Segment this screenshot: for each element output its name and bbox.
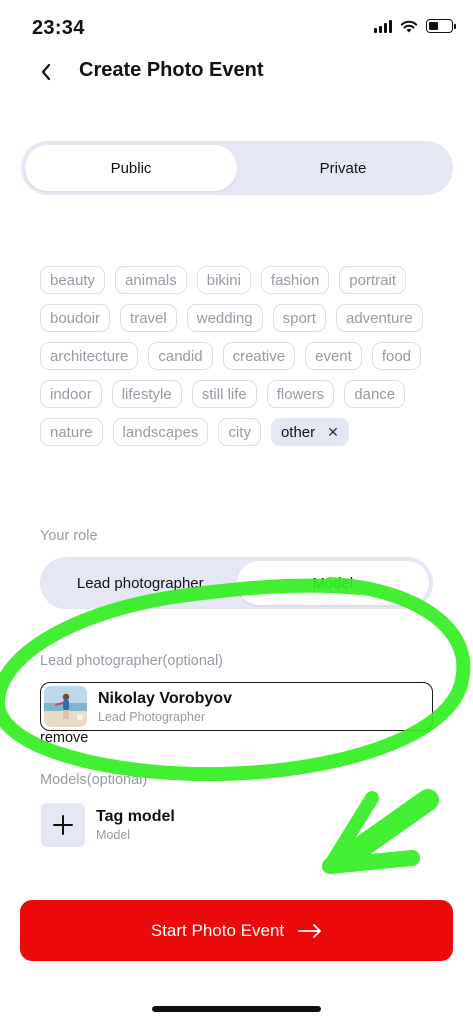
tag-label: city: [228, 423, 251, 441]
tag-chip[interactable]: city: [218, 418, 261, 446]
tag-label: sport: [282, 309, 316, 327]
tag-label: fashion: [270, 271, 320, 289]
tag-chip[interactable]: creative: [222, 342, 296, 370]
tag-chip[interactable]: portrait: [339, 266, 406, 294]
start-photo-event-button[interactable]: Start Photo Event: [20, 900, 453, 961]
tag-label: candid: [158, 347, 203, 365]
tag-chip[interactable]: travel: [120, 304, 177, 332]
tag-model-title: Tag model: [96, 808, 175, 825]
tag-chip[interactable]: candid: [148, 342, 213, 370]
public-option[interactable]: Public: [25, 145, 237, 191]
visibility-toggle: Public Private: [21, 141, 453, 195]
tag-label: adventure: [345, 309, 413, 327]
tag-chip[interactable]: flowers: [266, 380, 335, 408]
tag-label: still life: [201, 385, 247, 403]
home-indicator: [152, 1006, 321, 1012]
tag-label: wedding: [196, 309, 253, 327]
tag-label: other: [280, 423, 316, 441]
tag-chip[interactable]: still life: [191, 380, 257, 408]
arrow-right-icon: [298, 923, 322, 938]
model-option[interactable]: Model: [236, 561, 429, 605]
tag-chip[interactable]: lifestyle: [111, 380, 182, 408]
tag-chip[interactable]: other ✕: [270, 418, 349, 446]
tag-chip[interactable]: adventure: [335, 304, 423, 332]
avatar: [44, 686, 87, 727]
signal-icon: [374, 19, 392, 33]
tag-label: bikini: [206, 271, 241, 289]
models-label: Models(optional): [40, 772, 148, 788]
annotation-arrow-shaft-2: [323, 791, 379, 873]
plus-icon: [41, 803, 85, 847]
tag-label: portrait: [349, 271, 396, 289]
lead-photographer-name: Nikolay Vorobyov: [98, 690, 232, 707]
tag-label: creative: [232, 347, 286, 365]
tag-chip[interactable]: dance: [344, 380, 406, 408]
tag-chip[interactable]: landscapes: [112, 418, 209, 446]
nav-bar: Create Photo Event: [0, 54, 473, 90]
back-button[interactable]: [32, 58, 60, 86]
tag-chip[interactable]: nature: [40, 418, 103, 446]
tag-label: flowers: [276, 385, 325, 403]
tag-chip[interactable]: event: [305, 342, 362, 370]
status-icons: [374, 19, 456, 33]
tag-label: dance: [354, 385, 396, 403]
wifi-icon: [400, 20, 418, 33]
tag-chip[interactable]: fashion: [260, 266, 330, 294]
tag-chip[interactable]: wedding: [186, 304, 263, 332]
lead-photographer-option[interactable]: Lead photographer: [44, 561, 237, 605]
lead-photographer-card[interactable]: Nikolay Vorobyov Lead Photographer: [40, 682, 433, 731]
tag-model-subtitle: Model: [96, 828, 131, 842]
close-icon[interactable]: ✕: [327, 424, 339, 441]
lead-photographer-role: Lead Photographer: [98, 710, 206, 724]
annotation-arrow-head: [322, 850, 420, 874]
tag-label: animals: [125, 271, 177, 289]
private-option[interactable]: Private: [237, 145, 449, 191]
tag-chip[interactable]: indoor: [40, 380, 102, 408]
tag-label: beauty: [50, 271, 96, 289]
tag-label: event: [315, 347, 352, 365]
tag-label: nature: [50, 423, 93, 441]
status-time: 23:34: [32, 17, 85, 39]
tag-chip[interactable]: boudoir: [40, 304, 111, 332]
tag-chip[interactable]: sport: [272, 304, 326, 332]
remove-button[interactable]: remove: [40, 730, 88, 746]
tag-label: landscapes: [122, 423, 199, 441]
tag-label: lifestyle: [121, 385, 172, 403]
role-toggle: Lead photographer Model: [40, 557, 433, 609]
annotation-arrow-shaft: [329, 789, 439, 873]
page-title: Create Photo Event: [79, 59, 264, 81]
tag-chip[interactable]: bikini: [196, 266, 251, 294]
tag-label: architecture: [50, 347, 129, 365]
category-tags: beauty animals bikini fashion portrait boudoi…: [40, 266, 440, 446]
status-bar: 23:34: [0, 0, 473, 54]
lead-photographer-label: Lead photographer(optional): [40, 653, 223, 669]
tag-label: boudoir: [50, 309, 101, 327]
battery-icon: [426, 19, 456, 33]
tag-model-button[interactable]: Tag model Model: [40, 802, 290, 848]
role-label: Your role: [40, 528, 98, 544]
tag-label: food: [381, 347, 412, 365]
start-photo-event-label: Start Photo Event: [150, 920, 285, 940]
tag-chip[interactable]: animals: [115, 266, 187, 294]
tag-chip[interactable]: beauty: [40, 266, 106, 294]
tag-label: travel: [130, 309, 167, 327]
tag-label: indoor: [50, 385, 92, 403]
tag-chip[interactable]: architecture: [40, 342, 139, 370]
chevron-left-icon: [41, 63, 51, 81]
tag-chip[interactable]: food: [371, 342, 422, 370]
